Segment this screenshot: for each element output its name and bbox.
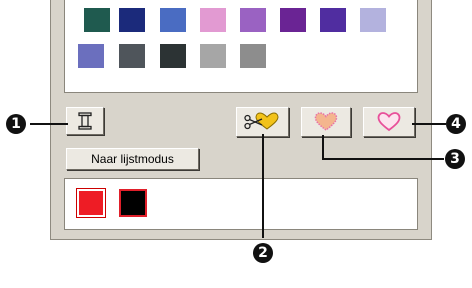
heart-icon: [314, 112, 338, 131]
list-mode-button[interactable]: Naar lijstmodus: [66, 148, 199, 170]
color-swatch[interactable]: [320, 8, 346, 32]
callout-line-4: [412, 123, 446, 125]
callout-line-1: [30, 123, 68, 125]
color-swatch[interactable]: [160, 44, 186, 68]
spool-icon: [78, 112, 92, 130]
color-swatch[interactable]: [200, 44, 226, 68]
callout-2: 2: [253, 243, 273, 263]
callout-4: 4: [446, 114, 466, 134]
callout-line-2: [262, 134, 264, 238]
color-swatch[interactable]: [160, 8, 186, 32]
color-swatch[interactable]: [280, 8, 306, 32]
color-swatch[interactable]: [240, 8, 266, 32]
callout-3: 3: [445, 149, 465, 169]
color-swatch[interactable]: [200, 8, 226, 32]
color-swatch[interactable]: [119, 8, 145, 32]
heart-fill-button[interactable]: [301, 107, 351, 137]
current-colors-area: [64, 178, 418, 230]
heart-outline-button[interactable]: [363, 107, 415, 137]
color-swatch[interactable]: [119, 44, 145, 68]
color-swatch[interactable]: [78, 44, 104, 68]
color-palette: [64, 0, 418, 93]
callout-1: 1: [6, 114, 26, 134]
list-mode-label: Naar lijstmodus: [91, 152, 174, 166]
scissors-heart-icon: [243, 112, 279, 130]
current-color-1[interactable]: [76, 188, 106, 218]
thread-spool-button[interactable]: [66, 107, 104, 135]
color-swatch[interactable]: [84, 8, 110, 32]
callout-line-3: [322, 135, 324, 159]
color-swatch[interactable]: [360, 8, 386, 32]
color-swatch[interactable]: [240, 44, 266, 68]
scissors-heart-button[interactable]: [236, 107, 289, 137]
heart-outline-icon: [377, 112, 401, 132]
callout-line-3b: [322, 158, 444, 160]
current-color-2[interactable]: [119, 189, 147, 217]
thread-color-panel: Naar lijstmodus: [50, 0, 432, 240]
